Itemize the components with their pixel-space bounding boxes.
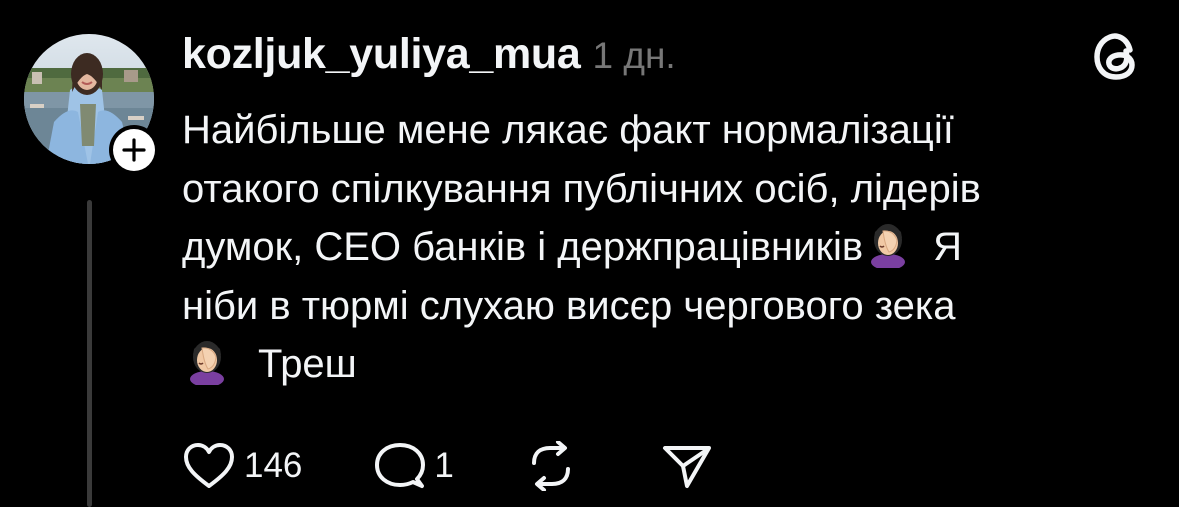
share-button[interactable] — [661, 442, 713, 490]
threads-icon[interactable] — [1093, 30, 1141, 82]
post-text-segment: думок, CEO банків і держпрацівників — [182, 225, 864, 269]
avatar-container — [24, 34, 159, 175]
timestamp: 1 дн. — [592, 35, 676, 76]
username[interactable]: kozljuk_yuliya_mua — [182, 30, 581, 79]
comment-icon — [375, 443, 426, 488]
post-text-line: Найбільше мене лякає факт нормалізації — [182, 108, 954, 152]
follow-button[interactable] — [109, 125, 159, 175]
send-icon — [662, 446, 711, 488]
post-text-segment: Я — [933, 225, 962, 269]
thread-connector-line — [87, 200, 92, 507]
repost-button[interactable] — [524, 441, 578, 491]
post-text-line: думок, CEO банків і держпрацівників Я — [182, 218, 1142, 277]
post-body: Найбільше мене лякає факт нормалізації о… — [182, 101, 1142, 394]
post-text-line: ніби в тюрмі слухаю висєр чергового зека — [182, 283, 956, 328]
heart-icon — [184, 443, 234, 488]
reply-button[interactable]: 1 — [374, 441, 454, 491]
facepalm-emoji-icon — [871, 224, 906, 268]
reply-count: 1 — [434, 446, 454, 485]
facepalm-emoji-icon — [190, 341, 224, 385]
thread-post: kozljuk_yuliya_mua 1 дн. Найбільше мене … — [0, 0, 1179, 507]
post-text-line: Треш — [182, 335, 1142, 394]
repost-icon — [531, 441, 570, 491]
like-count: 146 — [244, 446, 303, 485]
plus-icon — [122, 138, 146, 162]
post-text-segment: Треш — [258, 342, 357, 386]
like-button[interactable]: 146 — [182, 442, 302, 490]
post-text-line: отакого спілкування публічних осіб, ліде… — [182, 166, 981, 211]
post-actions: 146 1 — [182, 438, 713, 494]
post-header: kozljuk_yuliya_mua 1 дн. — [182, 30, 676, 80]
